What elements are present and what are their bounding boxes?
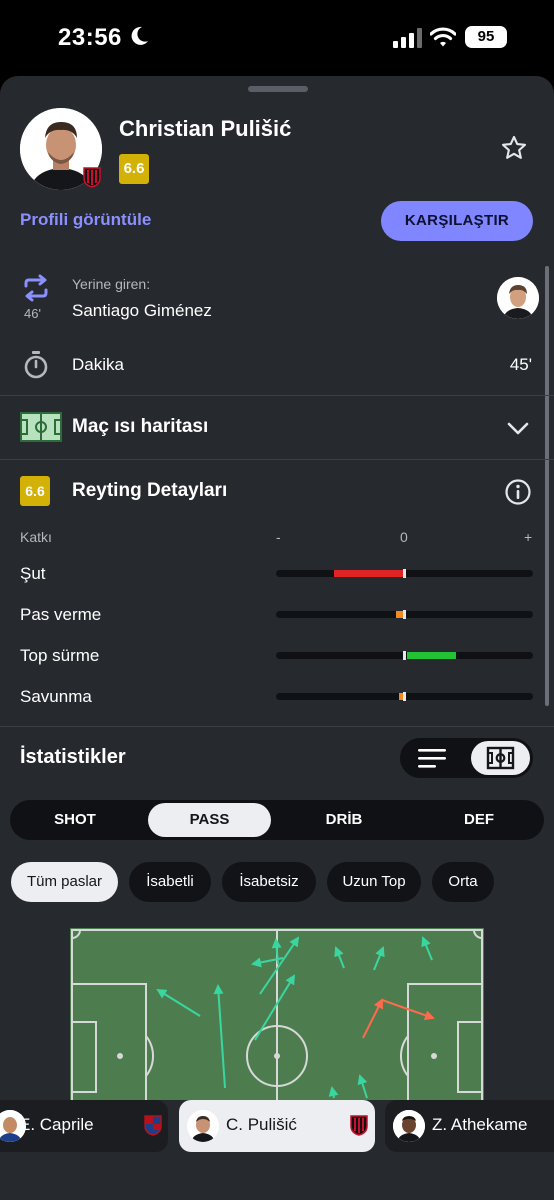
bottom-safe-area (0, 1156, 554, 1200)
player-name: Christian Pulišić (119, 116, 292, 141)
metric-bar-zero-marker (403, 692, 406, 701)
scale-zero-label: 0 (400, 529, 408, 545)
substitute-player-name[interactable]: Santiago Giménez (72, 301, 212, 321)
info-icon[interactable] (504, 478, 532, 506)
divider (0, 459, 554, 460)
view-profile-link[interactable]: Profili görüntüle (20, 210, 151, 230)
player-rating-badge: 6.6 (119, 154, 149, 184)
metric-bar-shot (276, 569, 533, 578)
favorite-star-icon[interactable] (500, 134, 528, 162)
divider (0, 726, 554, 727)
player-switcher: E. Caprile C. Pulišić Z. Athekame (0, 1098, 554, 1154)
stopwatch-icon (24, 351, 48, 379)
tab-pass[interactable]: PASS (148, 803, 271, 837)
pitch-heatmap-icon (20, 412, 62, 442)
metric-bar-defense (276, 692, 533, 701)
rating-details-badge: 6.6 (20, 476, 50, 506)
substitution-label: Yerine giren: (72, 276, 151, 292)
chevron-down-icon[interactable] (505, 416, 531, 440)
ac-milan-badge-icon (350, 1115, 368, 1136)
tab-dribble[interactable]: DRİB (283, 803, 405, 837)
substitute-avatar[interactable] (497, 277, 539, 319)
filter-accurate[interactable]: İsabetli (129, 862, 211, 902)
substitution-minute: 46' (24, 306, 41, 321)
metric-bar-zero-marker (403, 569, 406, 578)
status-bar: 23:56 95 (0, 0, 554, 76)
divider (0, 395, 554, 396)
scale-plus-label: + (524, 529, 533, 545)
filter-long-ball[interactable]: Uzun Top (327, 862, 421, 902)
metric-label-dribbling: Top sürme (20, 646, 100, 665)
filter-all-passes[interactable]: Tüm paslar (11, 862, 118, 902)
tab-shot[interactable]: SHOT (14, 803, 136, 837)
metric-label-passing: Pas verme (20, 605, 102, 624)
substitution-icon (24, 274, 48, 302)
heatmap-title: Maç ısı haritası (72, 416, 209, 437)
metric-label-defense: Savunma (20, 687, 92, 706)
metric-bar-fill (333, 570, 404, 577)
player-card-name: C. Pulišić (226, 1115, 297, 1134)
wifi-icon (430, 27, 456, 47)
minutes-played-label: Dakika (72, 355, 124, 374)
player-detail-sheet: Christian Pulišić 6.6 Profili görüntüle … (0, 76, 554, 1200)
sheet-drag-handle[interactable] (248, 86, 308, 92)
moon-icon (131, 26, 148, 45)
compare-button[interactable]: KARŞILAŞTIR (381, 201, 533, 241)
list-view-icon[interactable] (416, 746, 448, 770)
scale-minus-label: - (276, 529, 281, 545)
metric-label-shot: Şut (20, 564, 46, 583)
metric-bar-zero-marker (403, 610, 406, 619)
contribution-label: Katkı (20, 529, 52, 545)
view-toggle (400, 738, 533, 778)
cellular-signal-icon (393, 28, 422, 48)
pitch-view-icon (486, 746, 515, 770)
player-card[interactable]: Z. Athekame (385, 1100, 554, 1152)
player-card-avatar (393, 1110, 425, 1142)
filter-cross[interactable]: Orta (432, 862, 494, 902)
pass-map-pitch (70, 928, 484, 1100)
player-card-name: E. Caprile (19, 1115, 94, 1134)
stat-type-tabs: SHOT PASS DRİB DEF (10, 800, 544, 840)
player-card[interactable]: E. Caprile (0, 1100, 168, 1152)
rating-details-title: Reyting Detayları (72, 480, 228, 501)
player-card-active[interactable]: C. Pulišić (179, 1100, 375, 1152)
ac-milan-badge-icon (83, 167, 101, 188)
statistics-title: İstatistikler (20, 746, 126, 768)
pitch-view-toggle[interactable] (471, 741, 530, 775)
status-time: 23:56 (58, 24, 122, 51)
cagliari-badge-icon (144, 1115, 162, 1136)
scrollbar[interactable] (545, 266, 549, 706)
metric-bar-dribbling (276, 651, 533, 660)
player-card-name: Z. Athekame (432, 1115, 528, 1134)
battery-indicator: 95 (465, 26, 507, 48)
filter-inaccurate[interactable]: İsabetsiz (222, 862, 316, 902)
minutes-played-value: 45' (509, 355, 532, 374)
metric-bar-passing (276, 610, 533, 619)
metric-bar-fill (407, 652, 456, 659)
player-card-avatar (187, 1110, 219, 1142)
metric-bar-zero-marker (403, 651, 406, 660)
tab-defense[interactable]: DEF (418, 803, 540, 837)
